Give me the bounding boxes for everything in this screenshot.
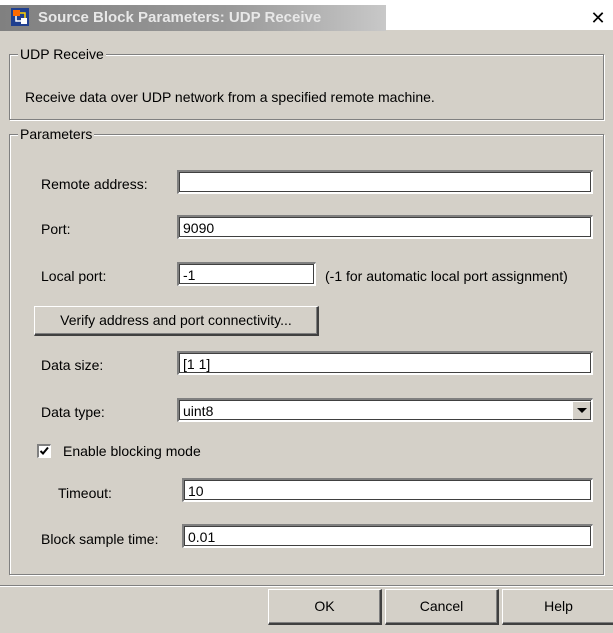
button-row-separator	[0, 585, 613, 587]
port-label: Port:	[41, 221, 71, 237]
description-legend: UDP Receive	[18, 46, 106, 62]
simulink-block-icon	[11, 8, 29, 26]
data-size-label: Data size:	[41, 357, 104, 373]
block-parameters-dialog: Source Block Parameters: UDP Receive ✕ U…	[0, 0, 613, 633]
enable-blocking-checkbox[interactable]	[37, 444, 51, 458]
description-text: Receive data over UDP network from a spe…	[25, 89, 435, 105]
block-sample-time-input[interactable]: 0.01	[182, 524, 593, 548]
block-sample-time-label: Block sample time:	[41, 531, 159, 547]
data-size-input[interactable]: [1 1]	[177, 351, 593, 375]
checkmark-icon	[39, 446, 49, 455]
chevron-down-icon[interactable]	[572, 401, 591, 420]
remote-address-input[interactable]	[177, 170, 593, 194]
description-groupbox: UDP Receive	[9, 46, 604, 120]
local-port-input[interactable]: -1	[177, 262, 316, 286]
parameters-legend: Parameters	[18, 126, 95, 142]
verify-connectivity-button[interactable]: Verify address and port connectivity...	[34, 306, 319, 336]
title-bar[interactable]: Source Block Parameters: UDP Receive ✕	[0, 0, 613, 31]
data-type-selected-value: uint8	[183, 403, 214, 419]
timeout-input[interactable]: 10	[182, 478, 593, 502]
data-type-label: Data type:	[41, 404, 105, 420]
remote-address-label: Remote address:	[41, 176, 148, 192]
close-icon[interactable]: ✕	[589, 10, 607, 28]
data-type-select[interactable]: uint8	[177, 398, 593, 422]
enable-blocking-label[interactable]: Enable blocking mode	[63, 443, 201, 459]
window-title: Source Block Parameters: UDP Receive	[38, 9, 322, 26]
port-input[interactable]: 9090	[177, 215, 593, 239]
help-button[interactable]: Help	[502, 589, 613, 625]
timeout-label: Timeout:	[58, 485, 112, 501]
local-port-hint: (-1 for automatic local port assignment)	[325, 268, 568, 284]
local-port-label: Local port:	[41, 268, 107, 284]
cancel-button[interactable]: Cancel	[385, 589, 499, 625]
ok-button[interactable]: OK	[268, 589, 382, 625]
